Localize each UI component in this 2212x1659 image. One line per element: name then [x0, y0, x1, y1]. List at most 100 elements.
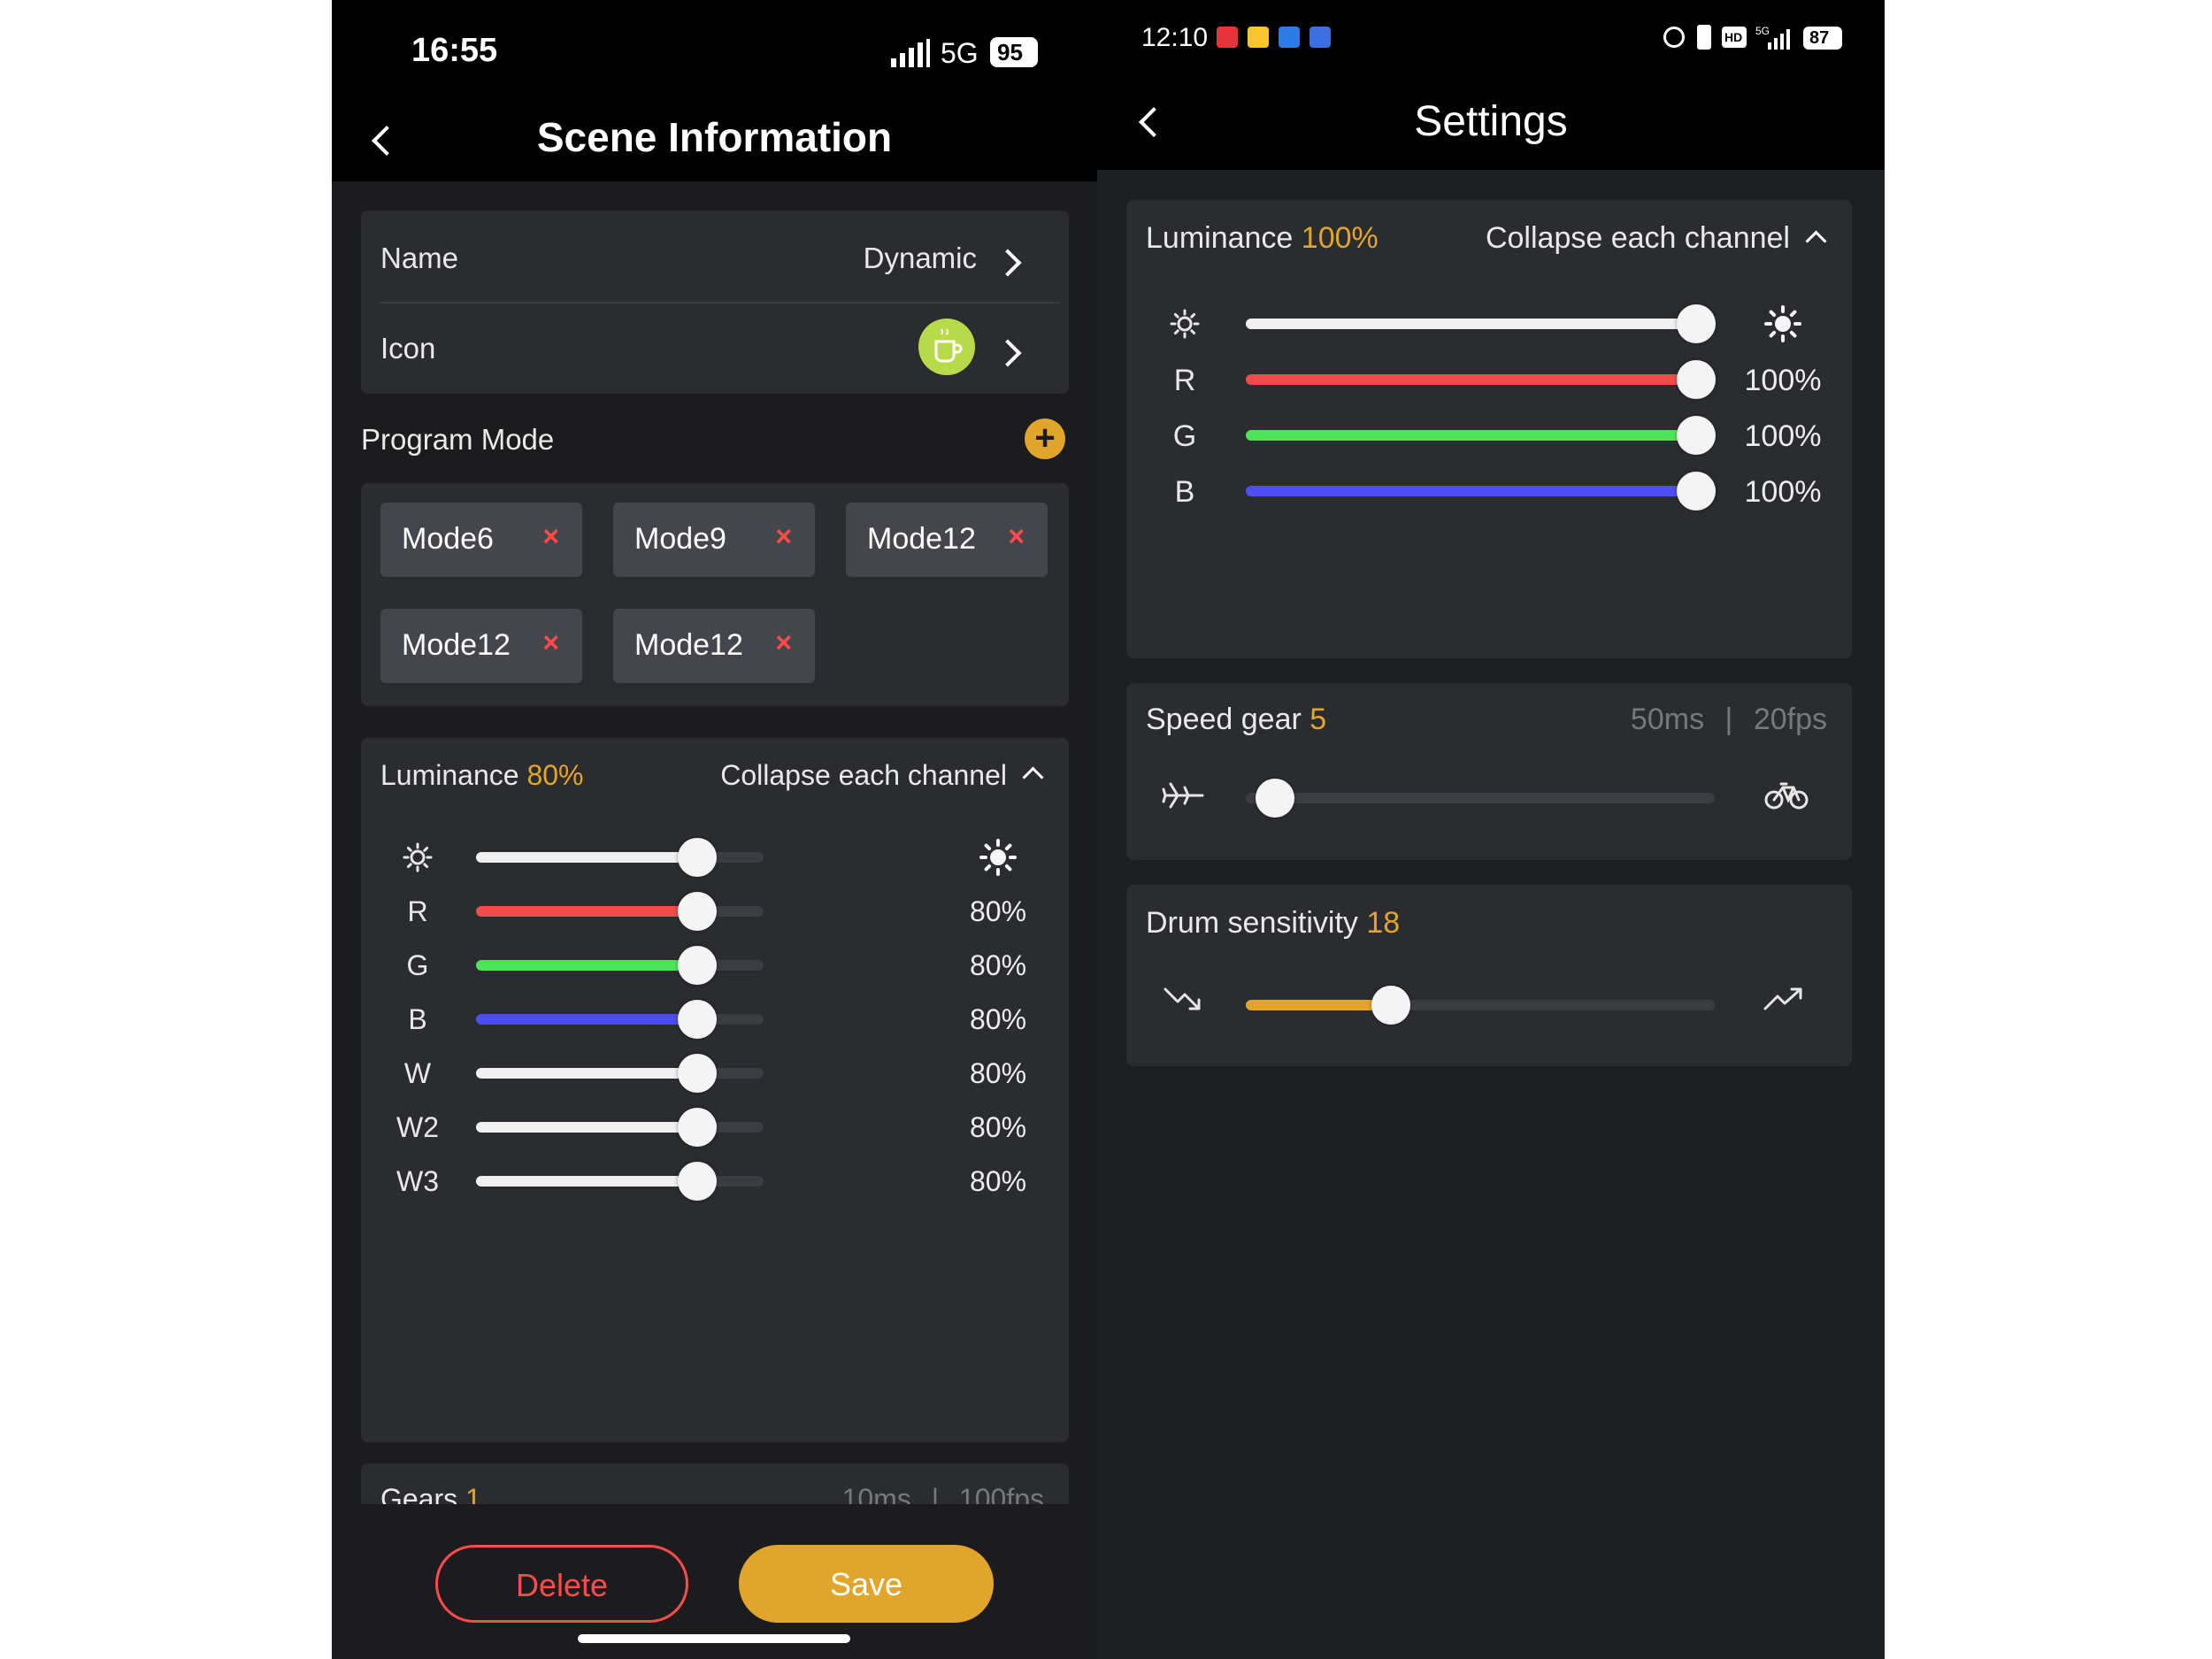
gears-fps: 100fps — [958, 1483, 1044, 1504]
slider-fill — [476, 1176, 697, 1187]
channel-value: 100% — [1744, 475, 1822, 509]
speed-gear-fps: 20fps — [1753, 703, 1827, 736]
bicycle-icon — [1763, 780, 1809, 810]
mode-chip[interactable]: Mode12 × — [613, 609, 815, 683]
channel-slider[interactable] — [1246, 304, 1716, 343]
channel-slider[interactable] — [1246, 416, 1716, 455]
mode-chip[interactable]: Mode12 × — [380, 609, 582, 683]
slider-thumb[interactable] — [1677, 304, 1716, 343]
speed-gear-separator: | — [1724, 703, 1733, 736]
slider-thumb[interactable] — [678, 1054, 717, 1093]
slider-thumb[interactable] — [678, 892, 717, 931]
close-icon[interactable]: × — [542, 626, 559, 659]
slider-thumb[interactable] — [678, 1000, 717, 1039]
notification-icon — [1310, 27, 1331, 48]
channel-slider[interactable] — [476, 1000, 764, 1039]
slider-thumb[interactable] — [1677, 416, 1716, 455]
close-icon[interactable]: × — [1008, 520, 1025, 553]
channel-slider[interactable] — [476, 946, 764, 985]
save-button[interactable]: Save — [739, 1545, 994, 1623]
plus-circle-icon[interactable]: + — [1025, 419, 1065, 459]
channel-slider[interactable] — [476, 1162, 764, 1201]
channel-slider[interactable] — [1246, 472, 1716, 511]
name-label: Name — [380, 242, 459, 274]
channel-value: 80% — [969, 1057, 1027, 1089]
channel-label: R — [407, 895, 428, 927]
speed-gear-label: Speed gear 5 — [1146, 703, 1326, 737]
trend-down-icon — [1162, 984, 1204, 1014]
mode-chip-label: Mode12 — [634, 628, 743, 662]
notification-icon — [1217, 27, 1238, 48]
network-label: 5G — [941, 37, 979, 69]
delete-label: Delete — [515, 1567, 609, 1603]
notification-icon — [1279, 27, 1300, 48]
chevron-up-icon — [1805, 230, 1827, 252]
slider-thumb[interactable] — [1677, 360, 1716, 399]
channel-label: G — [406, 949, 429, 981]
collapse-toggle[interactable] — [1805, 230, 1827, 252]
chevron-right-icon — [994, 249, 1022, 277]
mode-chip[interactable]: Mode6 × — [380, 503, 582, 577]
delete-button[interactable]: Delete — [435, 1545, 688, 1623]
channel-label: W3 — [396, 1165, 439, 1197]
speed-gear-timing: 50ms | 20fps — [1631, 703, 1827, 737]
mode-chip-label: Mode9 — [634, 522, 726, 556]
channel-slider[interactable] — [476, 892, 764, 931]
close-icon[interactable]: × — [775, 626, 792, 659]
slider-fill — [476, 906, 697, 917]
mode-chip[interactable]: Mode12 × — [846, 503, 1048, 577]
page-title: Settings — [1414, 98, 1568, 145]
channel-value: 80% — [969, 1165, 1027, 1197]
luminance-label: Luminance 100% — [1146, 221, 1379, 256]
scene-basic-card: Name Dynamic Icon — [361, 211, 1069, 394]
signal-icon: 5G — [1755, 25, 1794, 50]
slider-thumb[interactable] — [1256, 779, 1294, 818]
mode-chip-label: Mode12 — [402, 628, 511, 662]
settings-screen: 12:10 HD 5G 87 Settings Luminance 100% C… — [1097, 0, 1885, 1659]
channel-label: B — [1174, 475, 1195, 509]
gears-card: Gears 1 10ms | 100fps — [361, 1463, 1069, 1504]
sun-outline-icon — [400, 840, 435, 875]
collapse-channels-button[interactable]: Collapse each channel — [1486, 221, 1790, 256]
speed-gear-ms: 50ms — [1630, 703, 1705, 736]
channel-slider[interactable] — [476, 1054, 764, 1093]
channel-slider[interactable] — [476, 838, 764, 877]
slider-thumb[interactable] — [678, 1162, 717, 1201]
luminance-card: Luminance 80% Collapse each channel R 80%… — [361, 738, 1069, 1442]
slider-fill — [476, 1014, 697, 1025]
slider-thumb[interactable] — [1677, 472, 1716, 511]
bottom-action-bar: Delete Save — [332, 1504, 1097, 1659]
coffee-cup-icon[interactable] — [918, 319, 975, 375]
channel-value: 80% — [969, 1003, 1027, 1035]
collapse-channels-button[interactable]: Collapse each channel — [720, 759, 1007, 792]
add-mode-glyph: + — [1034, 419, 1056, 457]
page-title: Scene Information — [536, 114, 893, 160]
slider-fill — [1246, 374, 1696, 385]
chevron-right-icon — [994, 339, 1022, 367]
channel-slider[interactable] — [1246, 360, 1716, 399]
drum-sensitivity-slider[interactable] — [1246, 986, 1715, 1025]
channel-slider[interactable] — [476, 1108, 764, 1147]
icon-chevron[interactable] — [994, 339, 1022, 367]
mode-chip[interactable]: Mode9 × — [613, 503, 815, 577]
name-value[interactable]: Dynamic — [864, 242, 977, 275]
gears-title: Gears — [380, 1483, 458, 1504]
luminance-title: Luminance — [380, 759, 519, 791]
slider-thumb[interactable] — [678, 1108, 717, 1147]
slider-thumb[interactable] — [678, 838, 717, 877]
close-icon[interactable]: × — [542, 520, 559, 553]
channel-label: W — [403, 1057, 432, 1089]
collapse-toggle[interactable] — [1022, 766, 1044, 788]
close-icon[interactable]: × — [775, 520, 792, 553]
speed-gear-slider[interactable] — [1246, 779, 1715, 818]
sun-filled-icon — [979, 838, 1018, 877]
drum-sensitivity-card: Drum sensitivity 18 — [1126, 885, 1852, 1066]
trend-up-icon — [1762, 984, 1806, 1014]
chevron-up-icon — [1022, 766, 1044, 788]
slider-thumb[interactable] — [1371, 986, 1410, 1025]
luminance-label: Luminance 80% — [380, 759, 583, 792]
slider-thumb[interactable] — [678, 946, 717, 985]
drum-value: 18 — [1366, 906, 1401, 940]
battery-level: 95 — [997, 39, 1023, 65]
name-chevron[interactable] — [994, 249, 1022, 277]
